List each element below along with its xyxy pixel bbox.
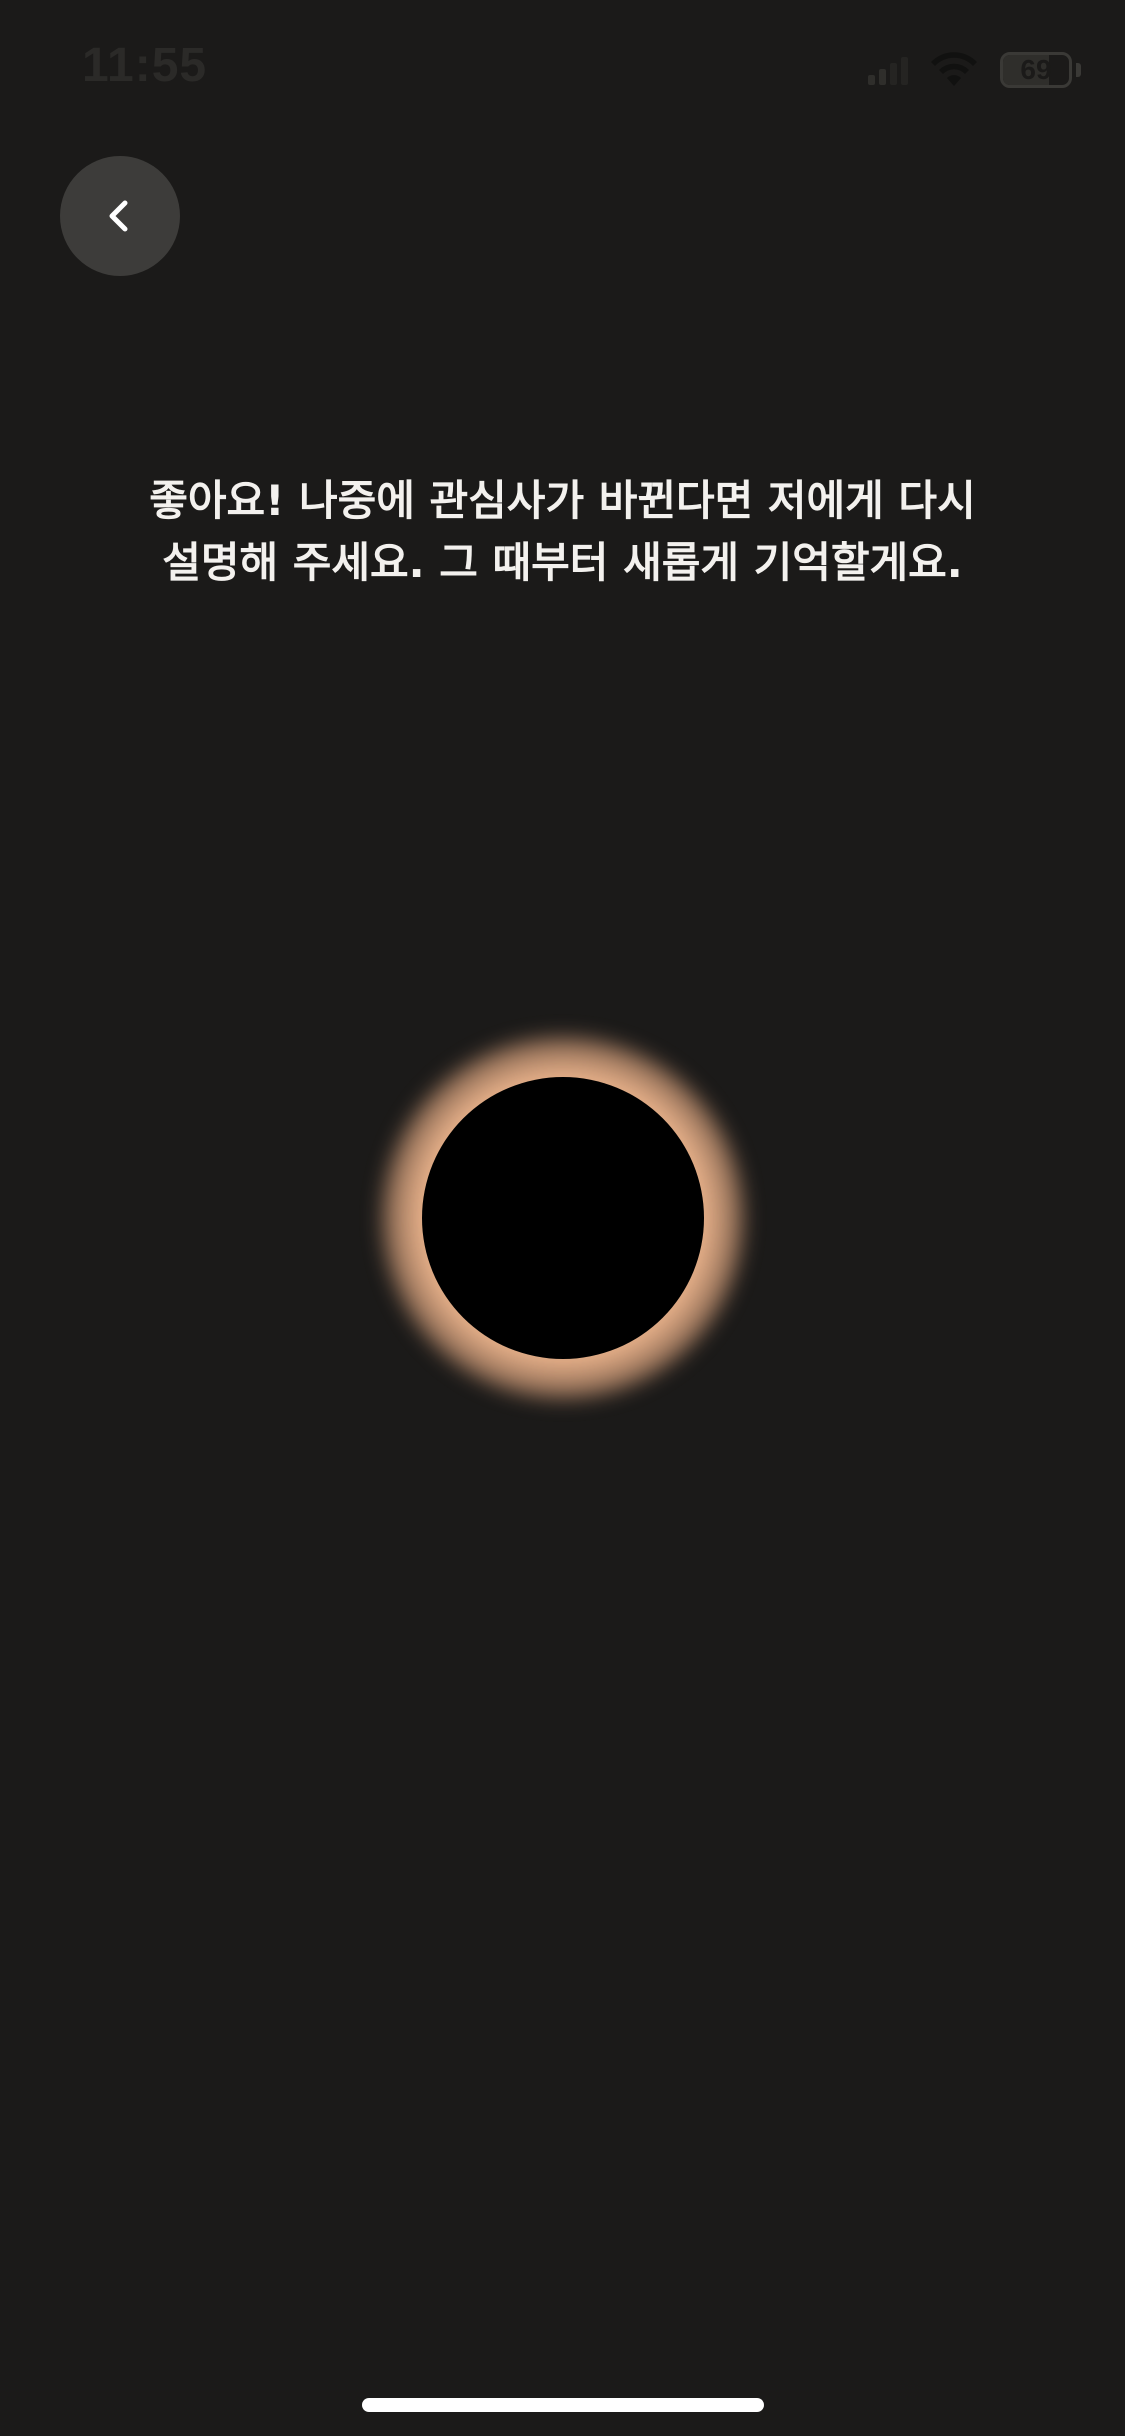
orb-core <box>422 1077 704 1359</box>
message-line-2: 설명해 주세요. 그 때부터 새롭게 기억할게요. <box>162 538 963 587</box>
status-indicators: 69 <box>868 48 1081 92</box>
chevron-left-icon <box>109 200 128 232</box>
wifi-icon <box>931 52 977 86</box>
home-indicator[interactable] <box>362 2398 764 2412</box>
message-line-1: 좋아요! 나중에 관심사가 바뀐다면 저에게 다시 <box>149 476 976 525</box>
eclipse-orb <box>382 1037 744 1399</box>
battery-level: 69 <box>1020 54 1052 85</box>
back-button[interactable] <box>60 156 180 276</box>
battery-cap <box>1076 63 1081 77</box>
status-time: 11:55 <box>82 39 208 92</box>
assistant-message: 좋아요! 나중에 관심사가 바뀐다면 저에게 다시 설명해 주세요. 그 때부터… <box>80 470 1045 594</box>
cellular-signal-icon <box>868 57 908 85</box>
status-bar: 11:55 69 <box>0 0 1125 130</box>
battery-icon: 69 <box>1000 52 1072 88</box>
